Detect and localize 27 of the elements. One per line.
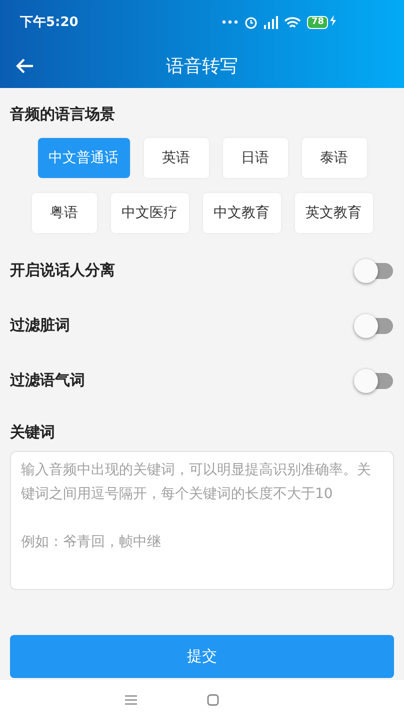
keyword-input[interactable]: 输入音频中出现的关键词，可以明显提高识别准确率。关键词之间用逗号隔开，每个关键词的长度不大于10 例如：爷青回，帧中继 [10, 451, 394, 590]
language-option[interactable]: 英文教育 [294, 193, 372, 233]
home-icon[interactable] [207, 694, 219, 706]
section-title: 关键词 [10, 423, 55, 442]
switch-label: 过滤脏词 [10, 316, 70, 335]
wifi-icon [284, 16, 302, 28]
language-option[interactable]: 中文教育 [202, 193, 280, 233]
toggle-switch[interactable] [354, 258, 394, 282]
language-option[interactable]: 日语 [222, 138, 288, 178]
signal-icon [264, 16, 278, 28]
section-title: 音频的语言场景 [10, 105, 115, 124]
status-time: 下午5:20 [20, 14, 78, 31]
menu-icon[interactable] [125, 695, 137, 705]
language-option[interactable]: 粤语 [32, 193, 96, 233]
switch-label: 开启说话人分离 [10, 261, 115, 280]
screen-title: 语音转写 [166, 56, 238, 77]
back-arrow-icon[interactable] [16, 58, 34, 74]
language-option[interactable]: 中文医疗 [110, 193, 188, 233]
battery-level: 78 [307, 16, 328, 28]
language-option[interactable]: 英语 [144, 138, 208, 178]
language-option[interactable]: 泰语 [302, 138, 366, 178]
alarm-icon [244, 15, 258, 29]
toggle-switch[interactable] [354, 368, 394, 392]
toggle-switch[interactable] [354, 314, 394, 338]
charging-icon [330, 14, 336, 26]
switch-label: 过滤语气词 [10, 371, 85, 390]
more-icon [222, 20, 238, 24]
